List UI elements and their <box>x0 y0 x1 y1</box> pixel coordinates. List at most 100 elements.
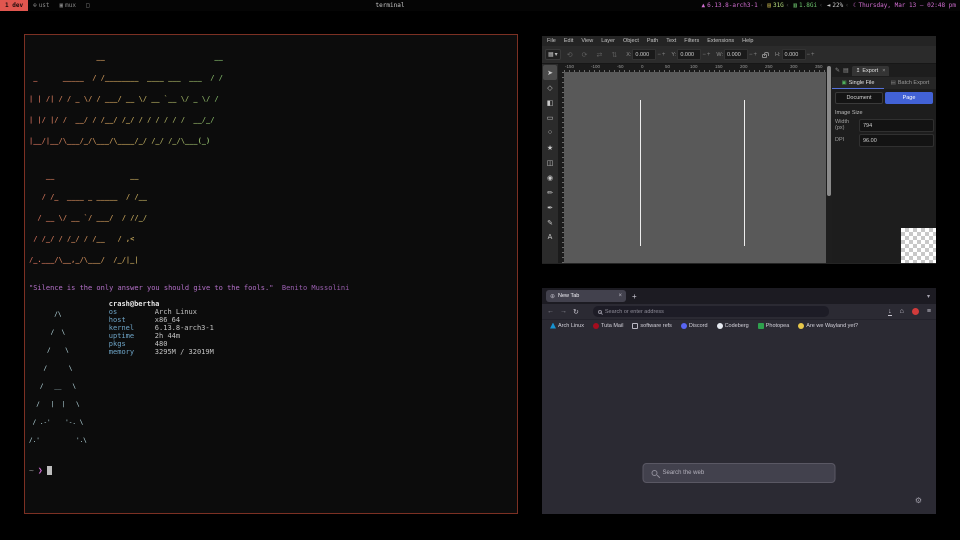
y-minus-button[interactable]: − <box>702 52 706 58</box>
menu-file[interactable]: File <box>547 38 556 44</box>
bookmark-arch-linux[interactable]: Arch Linux <box>550 323 584 329</box>
export-dpi-input[interactable]: 96.00 <box>859 134 934 147</box>
clock-segment: ☾Thursday, Mar 13 — 02:48 pm <box>853 2 956 9</box>
disk-icon: ▤ <box>767 2 771 9</box>
forward-button[interactable]: → <box>560 308 567 315</box>
flip-vertical-icon[interactable]: ⇅ <box>611 51 617 59</box>
search-icon <box>598 310 602 314</box>
url-bar[interactable]: Search or enter address <box>593 306 829 317</box>
menu-hamburger-icon[interactable]: ≡ <box>927 308 931 315</box>
canvas-zone: -150 -100 -50 0 50 100 150 200 250 300 3… <box>558 64 826 263</box>
reload-button[interactable]: ↻ <box>573 308 579 316</box>
rotate-cw-icon[interactable]: ⟳ <box>582 51 588 59</box>
separator: ‹ <box>845 2 849 9</box>
menu-extensions[interactable]: Extensions <box>707 38 734 44</box>
scrollbar-thumb[interactable] <box>827 66 831 196</box>
w-minus-button[interactable]: − <box>749 52 753 58</box>
layout-indicator[interactable]: □ <box>81 0 95 11</box>
workspace-tag-dev[interactable]: 1 dev <box>0 0 28 11</box>
bookmark-codeberg[interactable]: Codeberg <box>717 323 749 329</box>
spiral-tool[interactable]: ◉ <box>543 170 557 185</box>
h-plus-button[interactable]: + <box>811 52 815 58</box>
document-button[interactable]: Document <box>835 92 883 104</box>
w-plus-button[interactable]: + <box>754 52 758 58</box>
node-editor-tool[interactable]: ◇ <box>543 80 557 95</box>
horizontal-ruler: -150 -100 -50 0 50 100 150 200 250 300 3… <box>564 64 826 72</box>
terminal-window[interactable]: __ __ _ _____ / /________ ____ ___ ___ /… <box>24 34 518 514</box>
y-plus-button[interactable]: + <box>707 52 711 58</box>
volume-segment[interactable]: ◄22%‹ <box>827 2 849 9</box>
flip-horizontal-icon[interactable]: ⇄ <box>596 51 602 59</box>
bookmark-photopea[interactable]: Photopea <box>758 323 790 329</box>
disk-segment: ▤31G‹ <box>767 2 789 9</box>
objects-dialog-icon[interactable]: ✎ <box>835 67 840 74</box>
selector-tool[interactable]: ➤ <box>543 65 557 80</box>
rectangle-tool[interactable]: ▭ <box>543 110 557 125</box>
w-label: W: <box>716 52 723 58</box>
x-input[interactable]: 0.000 <box>632 49 656 60</box>
menu-text[interactable]: Text <box>666 38 676 44</box>
extension-icon[interactable] <box>912 308 919 315</box>
lock-ratio-icon[interactable] <box>762 54 767 58</box>
y-input[interactable]: 0.000 <box>677 49 701 60</box>
bookmark-label: Arch Linux <box>558 323 584 329</box>
menu-help[interactable]: Help <box>742 38 753 44</box>
bookmark-are-we-wayland-yet[interactable]: Are we Wayland yet? <box>798 323 858 329</box>
export-width-input[interactable]: 794 <box>859 119 934 132</box>
ruler-tick: 100 <box>690 64 698 69</box>
system-fetch: /\ / \ / \ / \ / __ \ / | | \ / .-' '-. … <box>29 300 513 456</box>
list-all-tabs-icon[interactable]: ▾ <box>927 293 932 300</box>
tab-batch-export[interactable]: ▤Batch Export <box>884 77 936 89</box>
h-minus-button[interactable]: − <box>807 52 811 58</box>
web-search-box[interactable]: Search the web <box>643 463 836 483</box>
downloads-icon[interactable]: ↓ <box>888 308 892 316</box>
star-tool[interactable]: ★ <box>543 140 557 155</box>
memory-icon: ▥ <box>793 2 797 9</box>
fetch-row-host: hostx86_64 <box>109 316 214 324</box>
selection-mode-dropdown[interactable]: ▦▾ <box>545 49 561 60</box>
rotate-ccw-icon[interactable]: ⟲ <box>567 51 573 59</box>
shell-prompt[interactable]: ~ ❯ <box>29 466 513 475</box>
workspace-label: 1 dev <box>5 2 23 9</box>
h-input[interactable]: 0.000 <box>782 49 806 60</box>
menu-filters[interactable]: Filters <box>684 38 699 44</box>
w-input[interactable]: 0.000 <box>724 49 748 60</box>
workspace-tag-ust[interactable]: ⊕ust <box>28 0 54 11</box>
tab-single-file[interactable]: ▣Single File <box>832 77 884 89</box>
shape-builder-tool[interactable]: ◧ <box>543 95 557 110</box>
new-tab-button[interactable]: + <box>632 292 637 301</box>
drawing-canvas[interactable] <box>564 72 826 263</box>
bookmark-tuta-mail[interactable]: Tuta Mail <box>593 323 623 329</box>
menu-edit[interactable]: Edit <box>564 38 573 44</box>
x-minus-button[interactable]: − <box>657 52 661 58</box>
menu-object[interactable]: Object <box>623 38 639 44</box>
pencil-tool[interactable]: ✏ <box>543 185 557 200</box>
export-icon: ↥ <box>856 68 861 74</box>
menu-view[interactable]: View <box>581 38 593 44</box>
layers-dialog-icon[interactable]: ▤ <box>843 67 849 74</box>
quote: "Silence is the only answer you should g… <box>29 284 513 292</box>
kernel-segment: ▲6.13.8-arch3-1‹ <box>702 2 764 9</box>
close-tab-icon[interactable]: × <box>618 293 622 299</box>
calligraphy-tool[interactable]: ✒ <box>543 200 557 215</box>
text-tool[interactable]: A <box>543 230 557 245</box>
close-icon[interactable]: × <box>882 68 885 74</box>
arch-icon <box>550 323 556 329</box>
page-button[interactable]: Page <box>885 92 933 104</box>
gear-icon[interactable]: ⚙ <box>915 496 922 505</box>
ellipse-tool[interactable]: ○ <box>543 125 557 140</box>
inkscape-menubar: File Edit View Layer Object Path Text Fi… <box>542 36 936 46</box>
box-3d-tool[interactable]: ◫ <box>543 155 557 170</box>
menu-path[interactable]: Path <box>647 38 658 44</box>
bookmark-folder-software-refs[interactable]: software refs <box>632 323 671 329</box>
browser-window: ⊕ New Tab × + ▾ ← → ↻ Search or enter ad… <box>542 288 936 514</box>
back-button[interactable]: ← <box>547 308 554 315</box>
menu-layer[interactable]: Layer <box>601 38 615 44</box>
workspace-tag-mux[interactable]: ▣mux <box>55 0 81 11</box>
home-icon[interactable]: ⌂ <box>900 308 904 315</box>
pen-tool[interactable]: ✎ <box>543 215 557 230</box>
active-tab[interactable]: ⊕ New Tab × <box>546 290 626 302</box>
export-tab[interactable]: ↥ Export × <box>852 66 890 76</box>
bookmark-discord[interactable]: Discord <box>681 323 708 329</box>
x-plus-button[interactable]: + <box>662 52 666 58</box>
